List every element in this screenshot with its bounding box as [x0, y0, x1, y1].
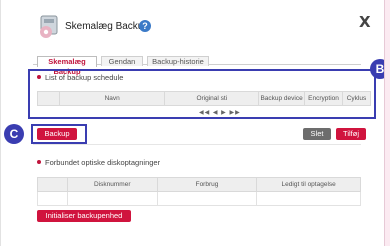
initialize-backup-device-button[interactable]: Initialiser backupenhed [37, 210, 131, 222]
storage-table: Disknummer Forbrug Ledigt til optagelse [37, 177, 361, 206]
backup-dialog: Skemalæg Backup ? X Skemalæg Backup Gend… [0, 0, 390, 246]
schedule-table: Navn Original sti Backup device Encrypti… [37, 91, 371, 106]
schedule-col-select[interactable] [37, 91, 60, 106]
schedule-header-row: Navn Original sti Backup device Encrypti… [37, 91, 371, 106]
backup-button[interactable]: Backup [37, 128, 77, 140]
pager-controls[interactable]: ◀◀ ◀ ▶ ▶▶ [199, 109, 241, 116]
divider [33, 144, 361, 145]
storage-col-disknummer[interactable]: Disknummer [66, 177, 158, 192]
storage-heading-text: Forbundet optiske diskoptagninger [45, 158, 161, 167]
schedule-heading-text: List of backup schedule [45, 73, 124, 82]
storage-col-forbrug[interactable]: Forbrug [156, 177, 258, 192]
bullet-icon [37, 75, 41, 80]
schedule-col-navn[interactable]: Navn [58, 91, 166, 106]
dialog-title: Skemalæg Backup [65, 21, 149, 32]
schedule-col-original-sti[interactable]: Original sti [164, 91, 260, 106]
tab-backup-historie[interactable]: Backup-historie [147, 56, 209, 66]
callout-badge-c: C [4, 124, 24, 144]
storage-col-select[interactable] [37, 177, 68, 192]
tab-gendan[interactable]: Gendan [101, 56, 143, 66]
add-button[interactable]: Tilføj [336, 128, 366, 140]
tab-skemalaeg-backup[interactable]: Skemalæg Backup [37, 56, 97, 76]
help-icon[interactable]: ? [139, 20, 151, 32]
delete-button[interactable]: Slet [303, 128, 331, 140]
bullet-icon [37, 160, 41, 165]
storage-empty-row [37, 191, 361, 206]
window-edge [384, 0, 390, 246]
storage-section-heading: Forbundet optiske diskoptagninger [37, 158, 160, 167]
schedule-col-backup-device[interactable]: Backup device [258, 91, 306, 106]
schedule-col-cyklus[interactable]: Cyklus [342, 91, 371, 106]
backup-app-icon [40, 15, 58, 38]
schedule-section-heading: List of backup schedule [37, 73, 123, 82]
close-icon[interactable]: X [359, 13, 371, 31]
storage-header-row: Disknummer Forbrug Ledigt til optagelse [37, 177, 361, 192]
schedule-col-encryption[interactable]: Encryption [304, 91, 343, 106]
storage-col-ledigt[interactable]: Ledigt til optagelse [256, 177, 361, 192]
